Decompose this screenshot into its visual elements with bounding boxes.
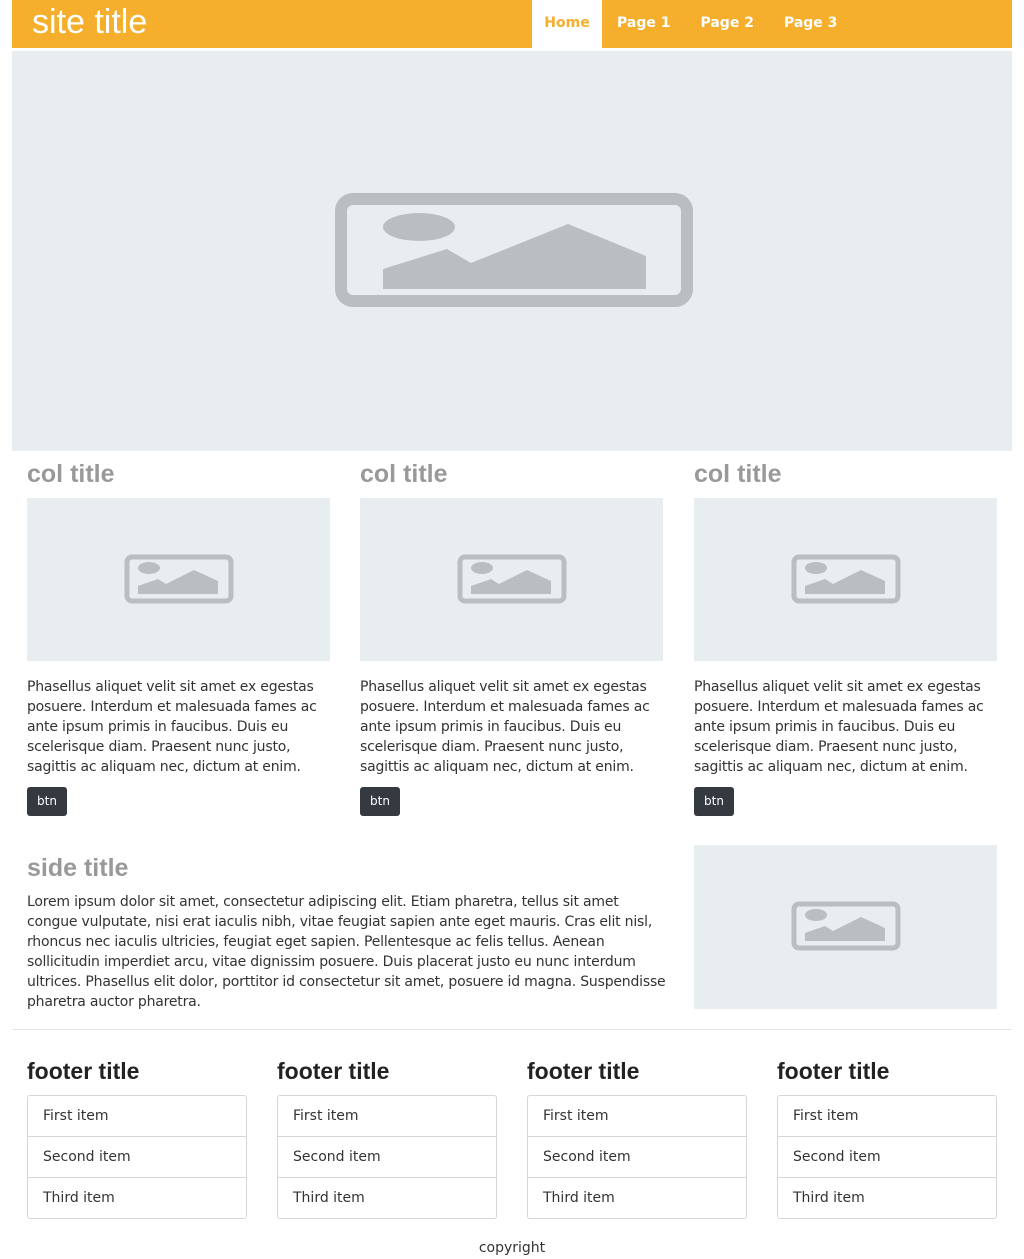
content-column: col title Phasellus aliquet velit sit am… bbox=[694, 458, 997, 816]
nav-page-3[interactable]: Page 3 bbox=[769, 0, 852, 48]
footer-title: footer title bbox=[777, 1058, 890, 1084]
col-text: Phasellus aliquet velit sit amet ex eges… bbox=[694, 679, 984, 775]
nav-page-2[interactable]: Page 2 bbox=[685, 0, 768, 48]
col-image bbox=[360, 498, 663, 661]
col-image bbox=[27, 498, 330, 661]
footer-title: footer title bbox=[277, 1058, 390, 1084]
footer-divider bbox=[12, 1029, 1012, 1030]
footer-list: First item Second item Third item bbox=[27, 1095, 247, 1219]
footer-list-item[interactable]: Second item bbox=[28, 1136, 246, 1177]
footer-list: First item Second item Third item bbox=[527, 1095, 747, 1219]
nav-page-1[interactable]: Page 1 bbox=[602, 0, 685, 48]
side-text: Lorem ipsum dolor sit amet, consectetur … bbox=[27, 894, 666, 1010]
content-column: col title Phasellus aliquet velit sit am… bbox=[360, 458, 663, 816]
image-placeholder-icon bbox=[791, 901, 901, 951]
site-header: site title Home Page 1 Page 2 Page 3 bbox=[12, 0, 1012, 48]
footer-list-item[interactable]: First item bbox=[278, 1096, 496, 1136]
col-button[interactable]: btn bbox=[360, 787, 400, 816]
image-placeholder-icon bbox=[457, 554, 567, 604]
col-image bbox=[694, 498, 997, 661]
footer-list-item[interactable]: Third item bbox=[528, 1177, 746, 1218]
footer-list-item[interactable]: Third item bbox=[778, 1177, 996, 1218]
footer-list-item[interactable]: First item bbox=[28, 1096, 246, 1136]
content-column: col title Phasellus aliquet velit sit am… bbox=[27, 458, 330, 816]
hero-image bbox=[12, 51, 1012, 451]
col-text: Phasellus aliquet velit sit amet ex eges… bbox=[27, 679, 317, 775]
footer-list-item[interactable]: Third item bbox=[278, 1177, 496, 1218]
footer-list: First item Second item Third item bbox=[777, 1095, 997, 1219]
col-button[interactable]: btn bbox=[694, 787, 734, 816]
image-placeholder-icon bbox=[791, 554, 901, 604]
footer-list-item[interactable]: First item bbox=[528, 1096, 746, 1136]
col-title: col title bbox=[694, 460, 782, 488]
col-button[interactable]: btn bbox=[27, 787, 67, 816]
footer-column: footer title First item Second item Thir… bbox=[527, 1055, 747, 1219]
footer-list: First item Second item Third item bbox=[277, 1095, 497, 1219]
footer-column: footer title First item Second item Thir… bbox=[27, 1055, 247, 1219]
footer-column: footer title First item Second item Thir… bbox=[777, 1055, 997, 1219]
side-title: side title bbox=[27, 854, 129, 882]
footer-list-item[interactable]: Second item bbox=[778, 1136, 996, 1177]
footer-title: footer title bbox=[27, 1058, 140, 1084]
side-image bbox=[694, 845, 997, 1009]
col-title: col title bbox=[27, 460, 115, 488]
site-title[interactable]: site title bbox=[32, 2, 147, 42]
footer-column: footer title First item Second item Thir… bbox=[277, 1055, 497, 1219]
col-title: col title bbox=[360, 460, 448, 488]
footer-list-item[interactable]: First item bbox=[778, 1096, 996, 1136]
nav-home[interactable]: Home bbox=[532, 0, 602, 48]
footer-list-item[interactable]: Second item bbox=[528, 1136, 746, 1177]
footer-title: footer title bbox=[527, 1058, 640, 1084]
footer-list-item[interactable]: Second item bbox=[278, 1136, 496, 1177]
copyright: copyright bbox=[478, 1240, 546, 1256]
main-nav: Home Page 1 Page 2 Page 3 bbox=[532, 0, 852, 48]
image-placeholder-icon bbox=[124, 554, 234, 604]
col-text: Phasellus aliquet velit sit amet ex eges… bbox=[360, 679, 650, 775]
image-placeholder-icon bbox=[335, 193, 693, 307]
footer-list-item[interactable]: Third item bbox=[28, 1177, 246, 1218]
